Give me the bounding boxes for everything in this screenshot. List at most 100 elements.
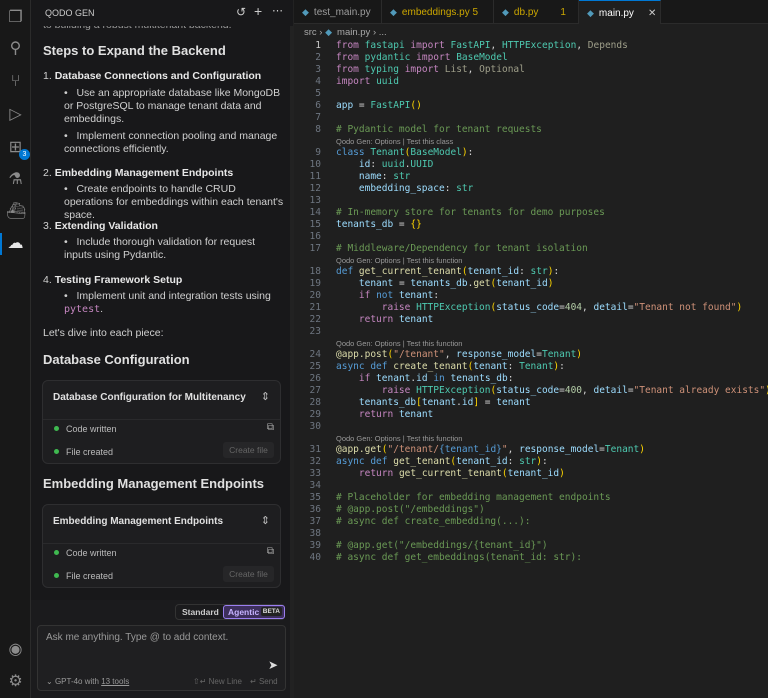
line-number: 34 — [294, 480, 321, 491]
codelens[interactable]: Qodo Gen: Options | Test this class — [336, 137, 453, 146]
model-selector[interactable]: ⌄ GPT-4o with 13 tools — [46, 677, 129, 686]
code-line: embedding_space: str — [336, 183, 473, 194]
code-token: get — [473, 278, 490, 289]
code-token: HTTPException — [416, 302, 490, 313]
inline-code: pytest — [64, 304, 100, 315]
code-token: str — [393, 171, 410, 182]
code-token: @app.post — [336, 349, 387, 360]
code-token: : — [508, 373, 514, 384]
line-number: 22 — [294, 314, 321, 325]
expand-collapse-icon[interactable]: ⇕ — [261, 514, 270, 527]
code-token: : — [519, 266, 530, 277]
status-code-written: Code written — [54, 424, 117, 434]
tab-db[interactable]: ◆db.py1 — [494, 0, 579, 24]
code-line: name: str — [336, 171, 410, 182]
code-token: = — [353, 100, 370, 111]
code-token: tenant_id — [496, 278, 547, 289]
expand-collapse-icon[interactable]: ⇕ — [261, 390, 270, 403]
code-token: def — [336, 266, 353, 277]
new-chat-icon[interactable]: + — [254, 3, 262, 19]
code-token: # Placeholder for embedding management e… — [336, 492, 611, 503]
code-token: ) — [548, 278, 554, 289]
code-token — [336, 302, 382, 313]
code-token: status_code — [496, 385, 559, 396]
code-token — [336, 159, 359, 170]
code-token: typing — [365, 64, 399, 75]
code-line: # @app.get("/embeddings/{tenant_id}") — [336, 540, 548, 551]
codelens[interactable]: Qodo Gen: Options | Test this function — [336, 256, 462, 265]
code-token: get_tenant — [393, 456, 450, 467]
mode-agentic[interactable]: Agentic BETA — [223, 605, 285, 619]
codelens[interactable]: Qodo Gen: Options | Test this function — [336, 434, 462, 443]
code-token — [336, 468, 359, 479]
code-token: () — [410, 100, 421, 111]
line-number: 8 — [294, 124, 321, 135]
testing-icon[interactable]: ⚗ — [6, 170, 25, 189]
extensions-icon[interactable]: ⊞3 — [6, 138, 25, 157]
code-token — [336, 314, 359, 325]
codelens[interactable]: Qodo Gen: Options | Test this function — [336, 339, 462, 348]
code-token: Tenant — [370, 147, 404, 158]
line-number: 17 — [294, 243, 321, 254]
line-number: 13 — [294, 195, 321, 206]
code-token: tenant — [376, 373, 410, 384]
code-token: # In-memory store for tenants for demo p… — [336, 207, 605, 218]
code-line: def get_current_tenant(tenant_id: str): — [336, 266, 559, 277]
code-line: from fastapi import FastAPI, HTTPExcepti… — [336, 40, 628, 51]
line-number: 11 — [294, 171, 321, 182]
line-number: 14 — [294, 207, 321, 218]
code-token: not — [376, 290, 393, 301]
qodo-icon[interactable]: ☁ — [6, 234, 25, 253]
create-file-button[interactable]: Create file — [223, 442, 274, 458]
code-token: response_model — [519, 444, 599, 455]
open-in-editor-icon[interactable]: ⧉ — [267, 546, 274, 557]
close-tab-icon[interactable]: ✕ — [648, 8, 656, 19]
code-token: tenants_db — [410, 278, 467, 289]
source-control-icon[interactable]: ⑂ — [6, 72, 25, 91]
code-token: Tenant — [542, 349, 576, 360]
code-card: Embedding Management Endpoints ⇕ Code wr… — [42, 504, 281, 588]
line-number: 4 — [294, 76, 321, 87]
code-token: : — [382, 171, 393, 182]
code-line: async def create_tenant(tenant: Tenant): — [336, 361, 565, 372]
tab-main[interactable]: ◆main.py✕ — [579, 0, 661, 24]
settings-gear-icon[interactable]: ⚙ — [6, 672, 25, 691]
line-number: 36 — [294, 504, 321, 515]
tools-link[interactable]: 13 tools — [101, 677, 129, 686]
more-icon[interactable]: ⋯ — [272, 4, 283, 17]
line-number: 2 — [294, 52, 321, 63]
send-icon[interactable]: ➤ — [268, 658, 278, 672]
code-token: "Tenant already exists" — [634, 385, 766, 396]
code-token: status_code — [496, 302, 559, 313]
code-token: Optional — [479, 64, 525, 75]
create-file-button[interactable]: Create file — [223, 566, 274, 582]
code-line: # In-memory store for tenants for demo p… — [336, 207, 605, 218]
chat-input[interactable]: Ask me anything. Type @ to add context. … — [37, 625, 286, 691]
code-token: = — [393, 219, 410, 230]
python-file-icon: ◆ — [325, 27, 332, 37]
code-line: @app.get("/tenant/{tenant_id}", response… — [336, 444, 645, 455]
code-line: raise HTTPException(status_code=400, det… — [336, 385, 768, 396]
code-line: return get_current_tenant(tenant_id) — [336, 468, 565, 479]
code-token: {tenant_id} — [439, 444, 502, 455]
code-token: tenant — [399, 290, 433, 301]
code-token: # Pydantic model for tenant requests — [336, 124, 542, 135]
code-line: from typing import List, Optional — [336, 64, 525, 75]
open-in-editor-icon[interactable]: ⧉ — [267, 422, 274, 433]
code-token: return — [359, 409, 393, 420]
step-4-bullet: • Implement unit and integration tests u… — [64, 290, 279, 316]
search-icon[interactable]: ⚲ — [6, 39, 25, 58]
code-token: if — [359, 373, 370, 384]
code-token: if — [359, 290, 370, 301]
explorer-icon[interactable]: ❐ — [6, 8, 25, 27]
code-token: FastAPI — [370, 100, 410, 111]
tab-test-main[interactable]: ◆test_main.py — [294, 0, 382, 24]
code-token: {} — [410, 219, 421, 230]
account-icon[interactable]: ◉ — [6, 640, 25, 659]
docker-icon[interactable]: ⛴ — [6, 202, 25, 221]
history-icon[interactable]: ↺ — [236, 5, 246, 19]
mode-standard[interactable]: Standard — [182, 607, 219, 617]
tab-embeddings[interactable]: ◆embeddings.py 5 — [382, 0, 494, 24]
run-debug-icon[interactable]: ▷ — [6, 105, 25, 124]
code-token: from — [336, 52, 359, 63]
